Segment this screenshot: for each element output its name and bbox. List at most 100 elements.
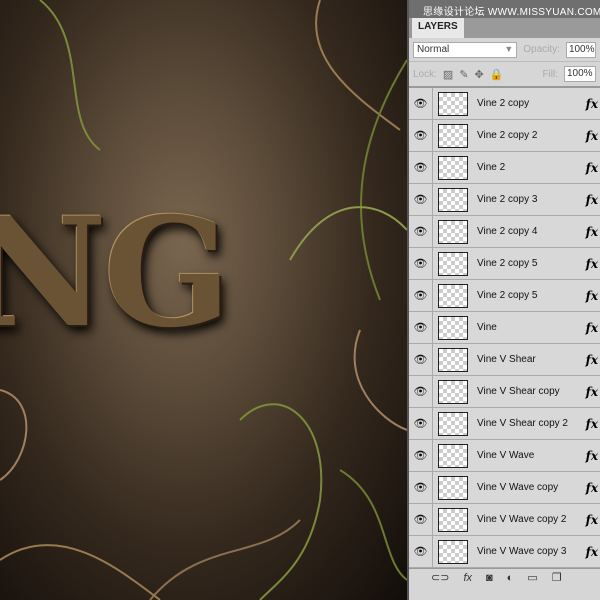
layer-effects-icon[interactable]: fx: [586, 449, 598, 463]
layer-name: Vine 2 copy 5: [477, 258, 538, 269]
layer-effects-icon[interactable]: fx: [586, 481, 598, 495]
layer-effects-icon[interactable]: fx: [586, 225, 598, 239]
layer-thumbnail: [438, 539, 468, 564]
layer-thumbnail: [438, 475, 468, 500]
layer-thumbnail: [438, 315, 468, 340]
layers-panel: 思缘设计论坛 WWW.MISSYUAN.COM LAYERS Normal ▼ O…: [407, 0, 600, 600]
opacity-label: Opacity:: [523, 44, 560, 55]
visibility-eye-icon[interactable]: 👁: [409, 88, 433, 119]
layer-thumbnail: [438, 507, 468, 532]
fill-input[interactable]: 100%: [564, 66, 596, 82]
layer-row[interactable]: 👁 Vine 2 copy 4 fx: [409, 216, 600, 248]
visibility-eye-icon[interactable]: 👁: [409, 504, 433, 535]
layer-thumbnail: [438, 187, 468, 212]
lock-move-icon[interactable]: ✥: [475, 68, 484, 81]
layer-row[interactable]: 👁 Vine V Wave copy 3 fx: [409, 536, 600, 568]
opacity-input[interactable]: 100%: [565, 41, 596, 58]
layer-row[interactable]: 👁 Vine V Wave copy 2 fx: [409, 504, 600, 536]
visibility-eye-icon[interactable]: 👁: [409, 408, 433, 439]
layer-thumbnail: [438, 283, 468, 308]
layer-thumbnail: [438, 155, 468, 180]
lock-transparency-icon[interactable]: ▨: [443, 68, 453, 81]
visibility-eye-icon[interactable]: 👁: [409, 120, 433, 151]
visibility-eye-icon[interactable]: 👁: [409, 376, 433, 407]
visibility-eye-icon[interactable]: 👁: [409, 472, 433, 503]
layer-effects-icon[interactable]: fx: [586, 353, 598, 367]
layer-row[interactable]: 👁 Vine V Wave copy fx: [409, 472, 600, 504]
add-mask-icon[interactable]: ◙: [486, 572, 493, 584]
layer-row[interactable]: 👁 Vine V Shear copy 2 fx: [409, 408, 600, 440]
lock-all-icon[interactable]: 🔒: [490, 68, 504, 81]
layer-row[interactable]: 👁 Vine 2 copy 3 fx: [409, 184, 600, 216]
layer-thumbnail: [438, 347, 468, 372]
layer-effects-icon[interactable]: fx: [586, 97, 598, 111]
layer-row[interactable]: 👁 Vine V Wave fx: [409, 440, 600, 472]
panel-toolbar: ⊂⊃ fx ◙ ◐ ▭ ❐: [409, 568, 600, 586]
fill-label: Fill:: [542, 68, 558, 80]
layer-name: Vine 2 copy 5: [477, 290, 538, 301]
visibility-eye-icon[interactable]: 👁: [409, 344, 433, 375]
visibility-eye-icon[interactable]: 👁: [409, 152, 433, 183]
layer-row[interactable]: 👁 Vine 2 copy fx: [409, 88, 600, 120]
lock-brush-icon[interactable]: ✎: [459, 68, 468, 81]
layer-effects-icon[interactable]: fx: [586, 193, 598, 207]
layer-effects-icon[interactable]: fx: [586, 385, 598, 399]
visibility-eye-icon[interactable]: 👁: [409, 184, 433, 215]
visibility-eye-icon[interactable]: 👁: [409, 280, 433, 311]
visibility-eye-icon[interactable]: 👁: [409, 440, 433, 471]
layer-row[interactable]: 👁 Vine 2 copy 5 fx: [409, 248, 600, 280]
layer-thumbnail: [438, 219, 468, 244]
link-layers-icon[interactable]: ⊂⊃: [431, 571, 449, 584]
layer-row[interactable]: 👁 Vine V Shear fx: [409, 344, 600, 376]
chevron-down-icon: ▼: [504, 43, 514, 54]
vines: [0, 0, 407, 600]
layer-row[interactable]: 👁 Vine 2 fx: [409, 152, 600, 184]
layer-effects-icon[interactable]: fx: [586, 513, 598, 527]
layer-effects-icon[interactable]: fx: [586, 257, 598, 271]
blend-mode-value: Normal: [417, 43, 450, 55]
layer-name: Vine V Wave copy: [477, 482, 559, 493]
layer-effects-icon[interactable]: fx: [586, 545, 598, 559]
layer-row[interactable]: 👁 Vine V Shear copy fx: [409, 376, 600, 408]
layer-row[interactable]: 👁 Vine fx: [409, 312, 600, 344]
layer-name: Vine 2 copy 3: [477, 194, 538, 205]
layer-effects-icon[interactable]: fx: [586, 417, 598, 431]
adjustment-layer-icon[interactable]: ◐: [507, 572, 514, 584]
layer-effects-icon[interactable]: fx: [586, 321, 598, 335]
visibility-eye-icon[interactable]: 👁: [409, 312, 433, 343]
layer-effects-icon[interactable]: fx: [586, 161, 598, 175]
visibility-eye-icon[interactable]: 👁: [409, 248, 433, 279]
tab-layers[interactable]: LAYERS: [412, 18, 464, 38]
watermark: 思缘设计论坛 WWW.MISSYUAN.COM: [423, 7, 600, 18]
layer-name: Vine 2: [477, 162, 506, 173]
layer-row[interactable]: 👁 Vine 2 copy 2 fx: [409, 120, 600, 152]
layer-name: Vine 2 copy 4: [477, 226, 538, 237]
layer-thumbnail: [438, 411, 468, 436]
document-canvas[interactable]: NG: [0, 0, 407, 600]
lock-label: Lock:: [413, 68, 437, 80]
layer-name: Vine 2 copy: [477, 98, 530, 109]
new-group-icon[interactable]: ▭: [527, 571, 537, 584]
layer-name: Vine: [477, 322, 497, 333]
layer-name: Vine 2 copy 2: [477, 130, 538, 141]
visibility-eye-icon[interactable]: 👁: [409, 536, 433, 567]
layer-thumbnail: [438, 443, 468, 468]
new-layer-icon[interactable]: ❐: [552, 571, 562, 584]
layer-effects-icon[interactable]: fx: [586, 129, 598, 143]
layer-list: 👁 Vine 2 copy fx 👁 Vine 2 copy 2 fx 👁 Vine 2 fx 👁…: [409, 88, 600, 568]
visibility-eye-icon[interactable]: 👁: [409, 216, 433, 247]
layer-name: Vine V Shear copy: [477, 386, 560, 397]
layer-name: Vine V Wave copy 3: [477, 546, 567, 557]
layer-thumbnail: [438, 379, 468, 404]
layer-name: Vine V Shear copy 2: [477, 418, 568, 429]
layer-name: Vine V Shear: [477, 354, 536, 365]
layer-thumbnail: [438, 123, 468, 148]
layer-name: Vine V Wave: [477, 450, 535, 461]
layer-effects-icon[interactable]: fx: [586, 289, 598, 303]
layer-row[interactable]: 👁 Vine 2 copy 5 fx: [409, 280, 600, 312]
layer-thumbnail: [438, 91, 468, 116]
add-style-icon[interactable]: fx: [463, 572, 472, 584]
layer-thumbnail: [438, 251, 468, 276]
blend-mode-select[interactable]: Normal ▼: [413, 41, 518, 58]
layer-name: Vine V Wave copy 2: [477, 514, 567, 525]
